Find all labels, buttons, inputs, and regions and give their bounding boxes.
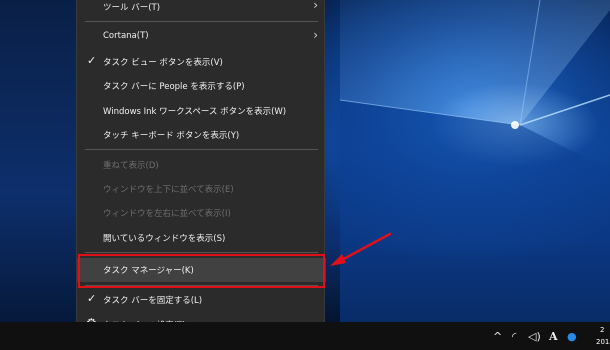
menu-item-label: タスク バーを固定する(L) bbox=[103, 296, 203, 306]
annotation-arrow-icon bbox=[330, 232, 392, 266]
wifi-icon[interactable]: ◜ bbox=[512, 331, 516, 343]
menu-separator bbox=[85, 252, 318, 253]
taskbar-context-menu: ツール バー(T) › Cortana(T) › ✓ タスク ビュー ボタンを表… bbox=[76, 0, 326, 344]
menu-separator bbox=[85, 21, 318, 22]
menu-item-cortana[interactable]: Cortana(T) › bbox=[77, 25, 326, 49]
menu-item-touch-keyboard[interactable]: タッチ キーボード ボタンを表示(Y) bbox=[77, 123, 326, 147]
chevron-up-icon[interactable]: ^ bbox=[493, 331, 502, 343]
check-icon: ✓ bbox=[87, 292, 97, 305]
ime-icon[interactable]: A bbox=[549, 331, 558, 343]
menu-item-label: ツール バー(T) bbox=[103, 3, 161, 13]
menu-item-people[interactable]: タスク バーに People を表示する(P) bbox=[77, 74, 326, 98]
menu-item-side-by-side: ウィンドウを左右に並べて表示(I) bbox=[77, 201, 326, 225]
annotation-highlight-box bbox=[78, 254, 325, 288]
menu-item-label: タスク ビュー ボタンを表示(V) bbox=[103, 58, 223, 68]
volume-icon[interactable]: ◁) bbox=[528, 331, 541, 343]
menu-item-label: Cortana(T) bbox=[103, 31, 149, 41]
menu-item-cascade: 重ねて表示(D) bbox=[77, 153, 326, 177]
submenu-arrow-icon: › bbox=[313, 28, 318, 42]
menu-item-show-desktop[interactable]: 開いているウィンドウを表示(S) bbox=[77, 226, 326, 250]
menu-item-label: 開いているウィンドウを表示(S) bbox=[103, 234, 226, 244]
menu-item-label: Windows Ink ワークスペース ボタンを表示(W) bbox=[103, 107, 287, 117]
menu-item-label: タスク バーに People を表示する(P) bbox=[103, 82, 245, 92]
menu-item-lock-taskbar[interactable]: ✓ タスク バーを固定する(L) bbox=[77, 288, 326, 312]
menu-item-label: 重ねて表示(D) bbox=[103, 161, 159, 171]
menu-item-label: タッチ キーボード ボタンを表示(Y) bbox=[103, 131, 240, 141]
taskbar[interactable] bbox=[0, 322, 610, 350]
app-icon[interactable]: ● bbox=[567, 331, 577, 343]
menu-item-windows-ink[interactable]: Windows Ink ワークスペース ボタンを表示(W) bbox=[77, 99, 326, 123]
clock-date[interactable]: 2018 bbox=[596, 338, 610, 346]
menu-item-task-view[interactable]: ✓ タスク ビュー ボタンを表示(V) bbox=[77, 50, 326, 74]
submenu-arrow-icon: › bbox=[313, 0, 318, 12]
menu-item-stack: ウィンドウを上下に並べて表示(E) bbox=[77, 177, 326, 201]
menu-separator bbox=[85, 149, 318, 150]
clock-time[interactable]: 2 bbox=[600, 326, 604, 334]
menu-item-toolbar[interactable]: ツール バー(T) › bbox=[77, 0, 326, 19]
menu-item-label: ウィンドウを上下に並べて表示(E) bbox=[103, 185, 234, 195]
check-icon: ✓ bbox=[87, 54, 97, 67]
menu-item-label: ウィンドウを左右に並べて表示(I) bbox=[103, 209, 231, 219]
